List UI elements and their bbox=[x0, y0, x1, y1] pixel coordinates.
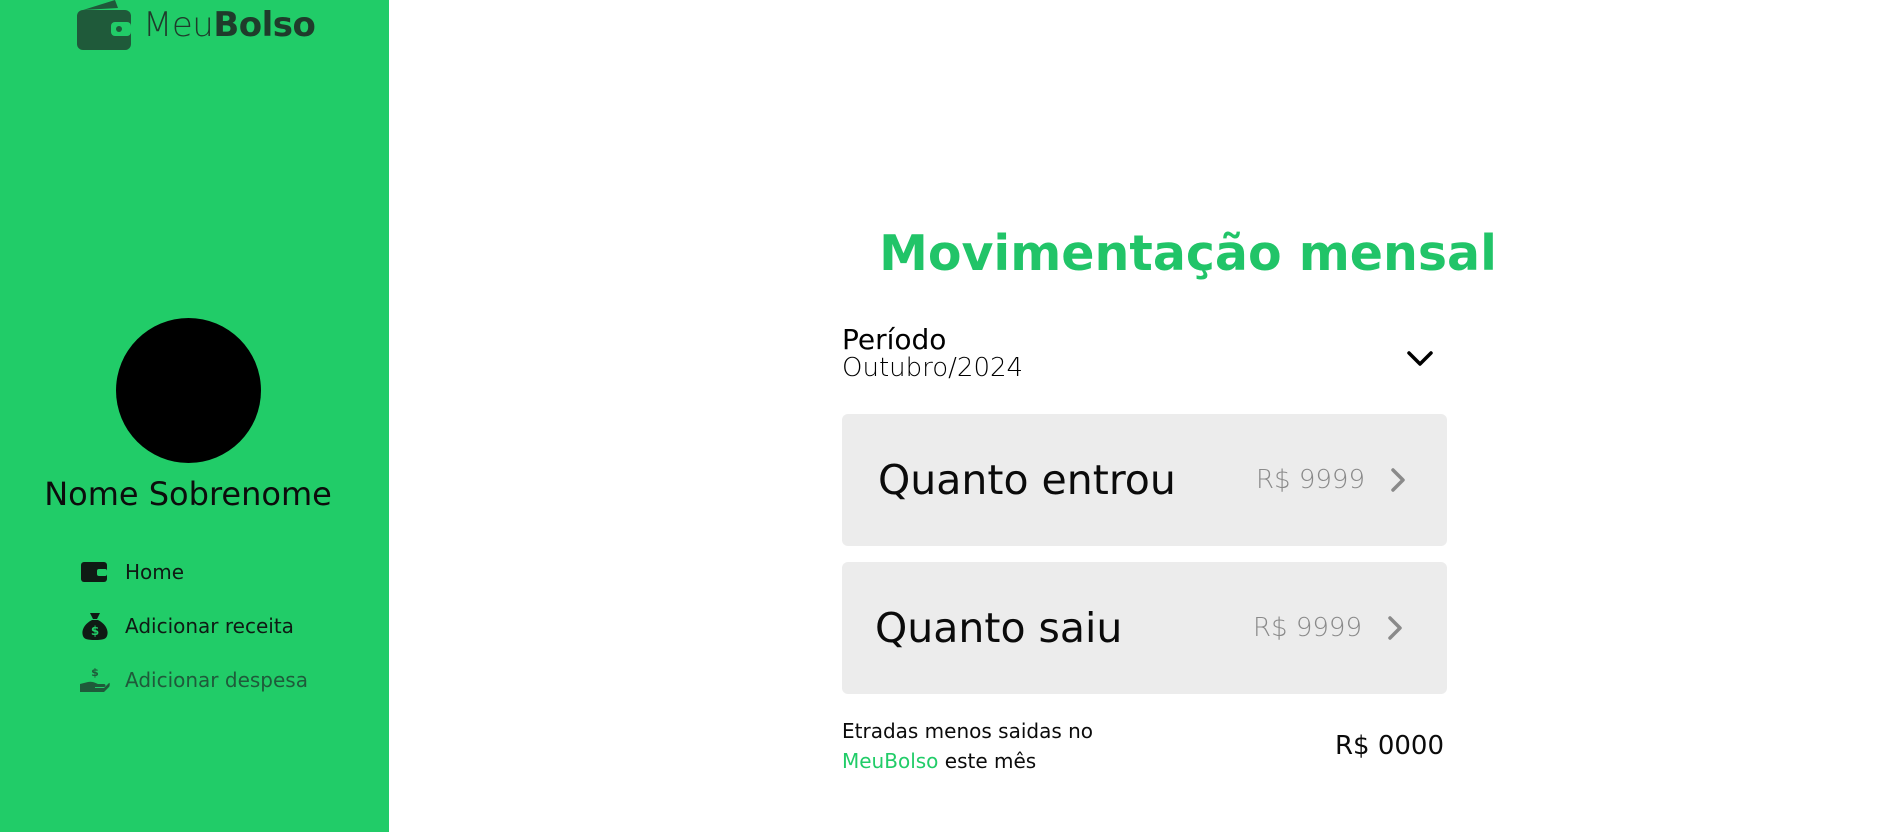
user-name: Nome Sobrenome bbox=[44, 475, 332, 513]
sidebar-item-label: Home bbox=[125, 560, 185, 584]
sidebar-item-home[interactable]: Home bbox=[80, 545, 308, 599]
summary-brand: MeuBolso bbox=[842, 749, 939, 773]
app: MeuBolso Nome Sobrenome Home $ Adicionar… bbox=[0, 0, 1886, 832]
chevron-down-icon bbox=[1407, 351, 1433, 366]
monthly-summary: Etradas menos saidas no MeuBolso este mê… bbox=[842, 716, 1447, 776]
sidebar: MeuBolso Nome Sobrenome Home $ Adicionar… bbox=[0, 0, 389, 832]
expense-card[interactable]: Quanto saiu R$ 9999 bbox=[842, 562, 1447, 694]
wallet-icon bbox=[80, 557, 110, 587]
svg-text:$: $ bbox=[91, 666, 99, 679]
period-select[interactable]: Período Outubro/2024 bbox=[842, 323, 1447, 383]
main-content: Movimentação mensal Período Outubro/2024… bbox=[389, 0, 1886, 832]
avatar[interactable] bbox=[116, 318, 261, 463]
brand-name-bold: Bolso bbox=[213, 5, 316, 45]
income-card-title: Quanto entrou bbox=[878, 456, 1176, 504]
chevron-right-icon bbox=[1388, 616, 1402, 640]
sidebar-item-adicionar-despesa[interactable]: $ Adicionar despesa bbox=[80, 653, 308, 707]
summary-text: Etradas menos saidas no MeuBolso este mê… bbox=[842, 716, 1093, 776]
sidebar-nav: Home $ Adicionar receita $ Adicionar des… bbox=[80, 545, 308, 707]
brand-logo[interactable]: MeuBolso bbox=[77, 0, 316, 50]
income-card-amount: R$ 9999 bbox=[1255, 465, 1365, 495]
sidebar-item-adicionar-receita[interactable]: $ Adicionar receita bbox=[80, 599, 308, 653]
brand-name-light: Meu bbox=[143, 5, 214, 45]
wallet-icon bbox=[77, 0, 131, 50]
summary-line-2-suffix: este mês bbox=[938, 749, 1037, 773]
summary-line-2: MeuBolso este mês bbox=[842, 746, 1093, 776]
expense-card-amount: R$ 9999 bbox=[1252, 613, 1362, 643]
brand-name: MeuBolso bbox=[143, 5, 316, 45]
summary-total: R$ 0000 bbox=[1334, 731, 1444, 761]
period-label: Período bbox=[842, 323, 947, 356]
summary-line-1: Etradas menos saidas no bbox=[842, 719, 1094, 743]
expense-card-title: Quanto saiu bbox=[875, 604, 1123, 652]
page-title: Movimentação mensal bbox=[879, 225, 1497, 282]
sidebar-item-label: Adicionar despesa bbox=[125, 668, 308, 692]
period-value: Outubro/2024 bbox=[842, 353, 1024, 383]
money-bag-icon: $ bbox=[80, 611, 110, 641]
hand-coin-icon: $ bbox=[80, 665, 110, 695]
chevron-right-icon bbox=[1391, 468, 1405, 492]
sidebar-item-label: Adicionar receita bbox=[125, 614, 294, 638]
svg-text:$: $ bbox=[91, 624, 99, 638]
income-card[interactable]: Quanto entrou R$ 9999 bbox=[842, 414, 1447, 546]
